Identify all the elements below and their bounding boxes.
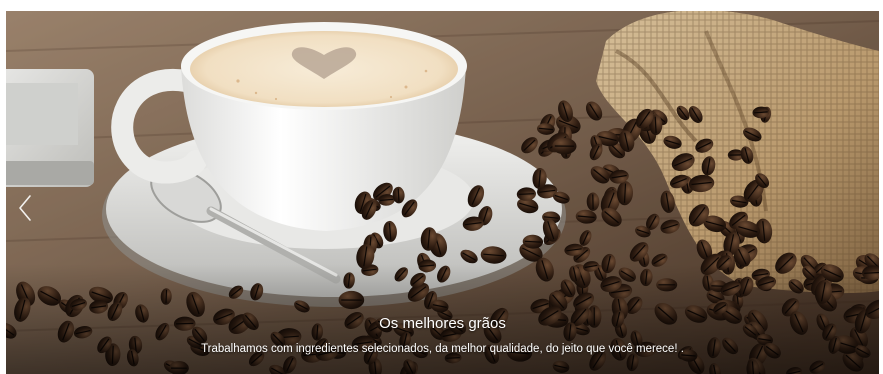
chevron-left-icon bbox=[19, 195, 31, 221]
hero-carousel[interactable]: Os melhores grãos Trabalhamos com ingred… bbox=[6, 11, 879, 374]
slide-description: Trabalhamos com ingredientes selecionado… bbox=[201, 343, 684, 355]
phone-illustration bbox=[6, 69, 94, 187]
slide-title: Os melhores grãos bbox=[379, 315, 506, 332]
carousel-prev-button[interactable] bbox=[14, 191, 38, 225]
